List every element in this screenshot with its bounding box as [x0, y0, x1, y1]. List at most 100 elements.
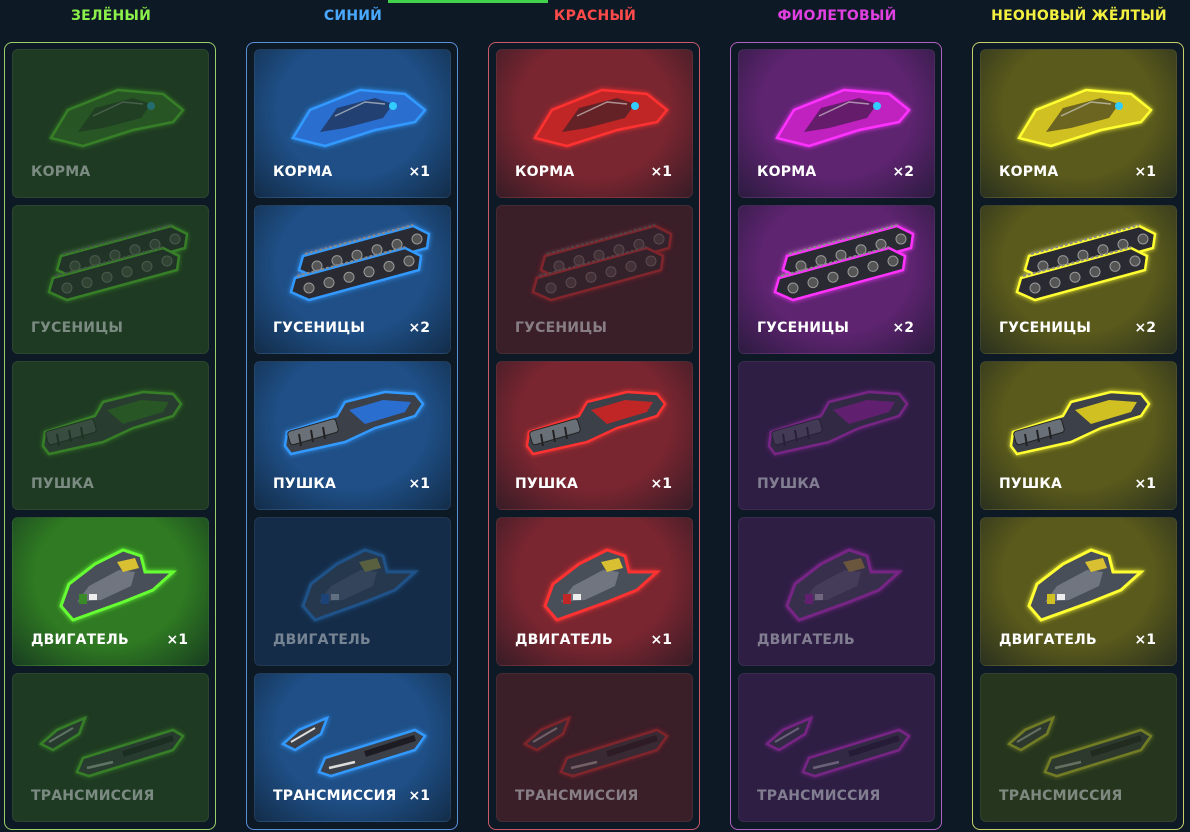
part-count: ×1	[1134, 476, 1156, 492]
part-label: ГУСЕНИЦЫ	[999, 320, 1092, 336]
hull-icon	[49, 88, 185, 148]
column-title: НЕОНОВЫЙ ЖЁЛТЫЙ	[991, 8, 1167, 24]
cannon-icon	[41, 390, 183, 456]
part-count: ×2	[892, 164, 914, 180]
part-label: ГУСЕНИЦЫ	[757, 320, 850, 336]
part-card-hull[interactable]: КОРМА ×1	[496, 49, 693, 198]
part-card-tracks[interactable]: ГУСЕНИЦЫ ×2	[254, 205, 451, 354]
part-card-transmission[interactable]: ТРАНСМИССИЯ	[980, 673, 1177, 822]
part-card-engine[interactable]: ДВИГАТЕЛЬ	[738, 517, 935, 666]
part-label: ГУСЕНИЦЫ	[515, 320, 608, 336]
part-card-cannon[interactable]: ПУШКА	[738, 361, 935, 510]
column-frame: КОРМА ×1 ГУСЕНИЦЫ ×2 ПУШКА ×1 ДВИГАТЕЛЬ ТРА…	[246, 42, 458, 830]
cannon-icon	[767, 390, 909, 456]
part-label: ДВИГАТЕЛЬ	[31, 632, 129, 648]
part-card-tracks[interactable]: ГУСЕНИЦЫ ×2	[980, 205, 1177, 354]
part-label: ТРАНСМИССИЯ	[31, 788, 155, 804]
part-card-engine[interactable]: ДВИГАТЕЛЬ ×1	[980, 517, 1177, 666]
part-label: ТРАНСМИССИЯ	[515, 788, 639, 804]
part-label: ПУШКА	[273, 476, 337, 492]
part-card-transmission[interactable]: ТРАНСМИССИЯ	[12, 673, 209, 822]
column-green: ЗЕЛЁНЫЙ КОРМА ГУСЕНИЦЫ ПУШКА ДВИГАТЕЛЬ ×1…	[4, 0, 218, 832]
engine-icon	[301, 548, 419, 622]
part-label: ДВИГАТЕЛЬ	[273, 632, 371, 648]
part-card-hull[interactable]: КОРМА ×1	[254, 49, 451, 198]
column-frame: КОРМА ГУСЕНИЦЫ ПУШКА ДВИГАТЕЛЬ ×1 ТРАНСМИ…	[4, 42, 216, 830]
part-label: КОРМА	[999, 164, 1059, 180]
part-card-cannon[interactable]: ПУШКА ×1	[980, 361, 1177, 510]
transmission-icon	[1006, 715, 1153, 778]
cannon-icon	[283, 390, 425, 456]
column-blue: СИНИЙ КОРМА ×1 ГУСЕНИЦЫ ×2 ПУШКА ×1 ДВИГАТЕ…	[246, 0, 460, 832]
column-red: КРАСНЫЙ КОРМА ×1 ГУСЕНИЦЫ ПУШКА ×1 ДВИГАТЕ…	[488, 0, 702, 832]
transmission-icon	[280, 715, 427, 778]
part-card-cannon[interactable]: ПУШКА	[12, 361, 209, 510]
part-count: ×1	[650, 164, 672, 180]
part-label: ТРАНСМИССИЯ	[999, 788, 1123, 804]
tracks-icon	[1015, 224, 1157, 302]
part-count: ×1	[408, 788, 430, 804]
part-card-tracks[interactable]: ГУСЕНИЦЫ	[12, 205, 209, 354]
tracks-icon	[289, 224, 431, 302]
part-label: ПУШКА	[515, 476, 579, 492]
tracks-icon	[531, 224, 673, 302]
hull-icon	[775, 88, 911, 148]
part-card-hull[interactable]: КОРМА ×1	[980, 49, 1177, 198]
part-card-hull[interactable]: КОРМА ×2	[738, 49, 935, 198]
part-count: ×1	[1134, 164, 1156, 180]
column-frame: КОРМА ×1 ГУСЕНИЦЫ ПУШКА ×1 ДВИГАТЕЛЬ ×1 ТРА…	[488, 42, 700, 830]
part-card-engine[interactable]: ДВИГАТЕЛЬ	[254, 517, 451, 666]
part-count: ×2	[892, 320, 914, 336]
part-label: КОРМА	[273, 164, 333, 180]
part-count: ×2	[1134, 320, 1156, 336]
part-label: ДВИГАТЕЛЬ	[515, 632, 613, 648]
hull-icon	[291, 88, 427, 148]
part-label: ПУШКА	[31, 476, 95, 492]
part-card-transmission[interactable]: ТРАНСМИССИЯ	[738, 673, 935, 822]
part-card-cannon[interactable]: ПУШКА ×1	[496, 361, 693, 510]
column-title: КРАСНЫЙ	[553, 8, 637, 24]
column-frame: КОРМА ×2 ГУСЕНИЦЫ ×2 ПУШКА ДВИГАТЕЛЬ ТРАНС…	[730, 42, 942, 830]
hull-icon	[533, 88, 669, 148]
part-label: ТРАНСМИССИЯ	[273, 788, 397, 804]
part-count: ×2	[408, 320, 430, 336]
part-card-cannon[interactable]: ПУШКА ×1	[254, 361, 451, 510]
part-card-tracks[interactable]: ГУСЕНИЦЫ ×2	[738, 205, 935, 354]
part-label: ПУШКА	[999, 476, 1063, 492]
cannon-icon	[1009, 390, 1151, 456]
column-title: ЗЕЛЁНЫЙ	[70, 8, 152, 24]
part-label: ГУСЕНИЦЫ	[273, 320, 366, 336]
cannon-icon	[525, 390, 667, 456]
part-label: ТРАНСМИССИЯ	[757, 788, 881, 804]
part-card-tracks[interactable]: ГУСЕНИЦЫ	[496, 205, 693, 354]
part-label: КОРМА	[757, 164, 817, 180]
part-count: ×1	[408, 164, 430, 180]
part-count: ×1	[650, 632, 672, 648]
transmission-icon	[522, 715, 669, 778]
part-count: ×1	[166, 632, 188, 648]
part-label: ГУСЕНИЦЫ	[31, 320, 124, 336]
part-card-transmission[interactable]: ТРАНСМИССИЯ	[496, 673, 693, 822]
tracks-icon	[47, 224, 189, 302]
engine-icon	[785, 548, 903, 622]
tracks-icon	[773, 224, 915, 302]
engine-icon	[59, 548, 177, 622]
column-title: ФИОЛЕТОВЫЙ	[777, 8, 897, 24]
part-count: ×1	[650, 476, 672, 492]
part-label: ПУШКА	[757, 476, 821, 492]
column-purple: ФИОЛЕТОВЫЙ КОРМА ×2 ГУСЕНИЦЫ ×2 ПУШКА ДВИГ…	[730, 0, 944, 832]
part-card-hull[interactable]: КОРМА	[12, 49, 209, 198]
part-label: ДВИГАТЕЛЬ	[757, 632, 855, 648]
part-card-engine[interactable]: ДВИГАТЕЛЬ ×1	[12, 517, 209, 666]
part-count: ×1	[1134, 632, 1156, 648]
transmission-icon	[764, 715, 911, 778]
column-frame: КОРМА ×1 ГУСЕНИЦЫ ×2 ПУШКА ×1 ДВИГАТЕЛЬ ×1 Т…	[972, 42, 1184, 830]
hull-icon	[1017, 88, 1153, 148]
column-title: СИНИЙ	[323, 8, 383, 24]
part-label: КОРМА	[515, 164, 575, 180]
engine-icon	[1027, 548, 1145, 622]
part-card-engine[interactable]: ДВИГАТЕЛЬ ×1	[496, 517, 693, 666]
part-count: ×1	[408, 476, 430, 492]
part-card-transmission[interactable]: ТРАНСМИССИЯ ×1	[254, 673, 451, 822]
part-label: ДВИГАТЕЛЬ	[999, 632, 1097, 648]
